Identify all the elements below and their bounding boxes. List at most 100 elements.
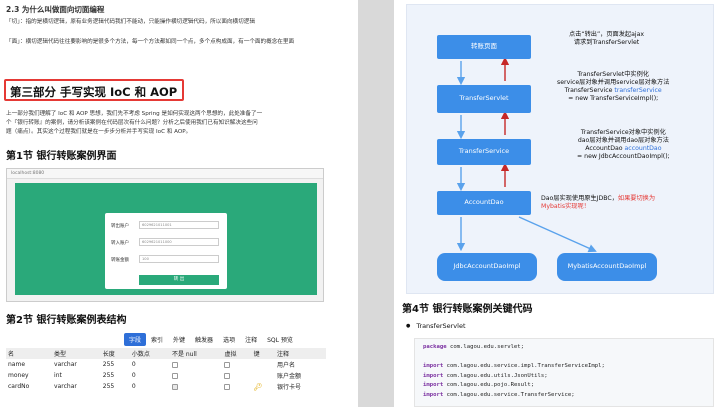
- col-notnull: 不是 null: [171, 351, 197, 358]
- note-service-line-1: TransferService对象中实例化: [580, 129, 666, 136]
- note-dao-text: Dao层实现使用原生JDBC，: [541, 195, 618, 202]
- note-service: TransferService对象中实例化 dao层对象并调用dao层对象方法 …: [577, 129, 670, 161]
- cell-comment: 用户名: [277, 362, 296, 369]
- right-document-page: 转账页面 TransferServlet TransferService Acc…: [394, 0, 720, 407]
- intro-line-2: 个『银行转账』的案例，请分析该案例在代码层次有什么问题？分析之后使用我们已有知识…: [6, 120, 258, 126]
- note-dao-line-1: Dao层实现使用原生JDBC，如果要切换为: [541, 195, 655, 203]
- col-name: 名: [8, 351, 15, 358]
- cell-type: varchar: [54, 383, 77, 390]
- green-background: 转出账户 6029621011001 转入账户 6029621011000 转账…: [15, 183, 317, 295]
- table-row[interactable]: money int 255 0 账户金额: [6, 370, 326, 381]
- cell-decimal: 0: [131, 372, 136, 379]
- node-transfer-page: 转账页面: [437, 35, 531, 59]
- notnull-checkbox[interactable]: [170, 370, 222, 381]
- cell-type: varchar: [54, 361, 77, 368]
- code-text: com.lagou.edu.servlet;: [446, 344, 525, 350]
- cell-decimal: 0: [131, 383, 136, 390]
- intro-line-3: 题（痛点）。其实这个过程我们就是在一步步分析并手写实现 IoC 和 AOP。: [6, 129, 192, 135]
- tab-triggers[interactable]: 触发器: [190, 333, 218, 346]
- checkbox-checked-icon: [171, 383, 178, 390]
- note-servlet-line-1: TransferServlet中实例化: [577, 71, 649, 78]
- note-dao-line-2: Mybatis实现呢！: [541, 203, 590, 210]
- tab-comments[interactable]: 注释: [240, 333, 262, 346]
- node-jdbc-impl: JdbcAccountDaoImpl: [437, 253, 537, 281]
- code-keyword: import: [423, 372, 444, 379]
- cell-type: int: [54, 372, 62, 379]
- key-icon: 🔑︎: [253, 382, 263, 391]
- cell-length: 255: [102, 383, 115, 390]
- cell-key: 🔑︎: [252, 381, 275, 392]
- from-input[interactable]: 6029621011001: [139, 221, 219, 229]
- checkbox-icon: [171, 361, 178, 368]
- code-line: import com.lagou.edu.service.impl.Transf…: [423, 363, 705, 373]
- tab-indexes[interactable]: 索引: [146, 333, 168, 346]
- col-virtual: 虚拟: [224, 351, 237, 358]
- amount-input[interactable]: 100: [139, 255, 219, 263]
- tab-sql-preview[interactable]: SQL 预览: [262, 333, 298, 346]
- cell-comment: 账户金额: [277, 373, 302, 380]
- note-servlet-line-4: = new TransferServiceImpl();: [568, 95, 659, 102]
- part3-title: 第三部分 手写实现 IoC 和 AOP: [10, 85, 178, 99]
- cell-comment: 银行卡号: [277, 384, 302, 391]
- cell-length: 255: [102, 372, 115, 379]
- para-qie: 「切」：指的是横切逻辑，原有业务逻辑代码我们不能动，只能操作横切逻辑代码，所以面…: [6, 19, 255, 25]
- col-comment: 注释: [277, 351, 290, 358]
- note-service-line-2: dao层对象并调用dao层对象方法: [577, 137, 669, 144]
- cell-key: [252, 359, 275, 370]
- checkbox-icon: [224, 372, 231, 379]
- code-line: package com.lagou.edu.servlet;: [423, 344, 705, 354]
- virtual-checkbox[interactable]: [222, 370, 251, 381]
- tab-options[interactable]: 选项: [218, 333, 240, 346]
- code-text: com.lagou.edu.pojo.Result;: [443, 382, 535, 388]
- from-label: 转出账户: [111, 224, 129, 229]
- tab-fields[interactable]: 字段: [124, 333, 147, 346]
- code-keyword: import: [423, 391, 444, 398]
- cell-length: 255: [102, 361, 115, 368]
- note-page-line-1: 点击“转出”，页面发起ajax: [569, 31, 645, 38]
- note-dao: Dao层实现使用原生JDBC，如果要切换为 Mybatis实现呢！: [541, 195, 655, 211]
- code-line: import com.lagou.edu.pojo.Result;: [423, 382, 705, 392]
- note-page: 点击“转出”，页面发起ajax 请求到TransferServlet: [569, 31, 644, 47]
- cell-name: cardNo: [8, 383, 30, 390]
- notnull-checkbox[interactable]: [170, 381, 222, 392]
- arrow-to-mybatis: [518, 216, 597, 253]
- transfer-button[interactable]: 转 出: [139, 275, 219, 285]
- node-transfer-service: TransferService: [437, 139, 531, 165]
- sec1-title: 第1节 银行转账案例界面: [6, 151, 117, 162]
- virtual-checkbox[interactable]: [222, 381, 251, 392]
- note-servlet-line-2: service层对象并调用service层对象方法: [557, 79, 670, 86]
- to-label: 转入账户: [111, 241, 129, 246]
- bank-ui-screenshot: localhost:8080 转出账户 6029621011001 转入账户 6…: [6, 168, 324, 302]
- code-keyword: package: [423, 344, 447, 350]
- code-keyword: import: [423, 382, 444, 388]
- cell-key: [252, 370, 275, 381]
- note-type: AccountDao: [585, 145, 625, 152]
- sec4-title: 第4节 银行转账案例关键代码: [402, 304, 533, 315]
- code-line: import com.lagou.edu.utils.JsonUtils;: [423, 373, 705, 383]
- para-mian: 「面」：横切逻辑代码往往要影响的是很多个方法，每一个方法都如同一个点，多个点构成…: [6, 39, 295, 45]
- left-document-page: 2.3 为什么叫做面向切面编程 「切」：指的是横切逻辑，原有业务逻辑代码我们不能…: [0, 0, 358, 407]
- part3-highlight-box: 第三部分 手写实现 IoC 和 AOP: [4, 79, 184, 101]
- checkbox-icon: [224, 383, 231, 390]
- checkbox-icon: [171, 372, 178, 379]
- to-input[interactable]: 6029621011000: [139, 238, 219, 246]
- sec2-title: 第2节 银行转账案例表结构: [6, 315, 127, 326]
- code-text: com.lagou.edu.service.impl.TransferServi…: [443, 363, 605, 369]
- virtual-checkbox[interactable]: [222, 359, 251, 370]
- heading-2-3: 2.3 为什么叫做面向切面编程: [6, 5, 105, 14]
- bullet-transfer-servlet: TransferServlet: [406, 322, 465, 330]
- table-row[interactable]: cardNo varchar 255 0 🔑︎ 银行卡号: [6, 381, 326, 392]
- note-servlet-line-3: TransferService transferService: [557, 87, 669, 95]
- cell-name: name: [8, 361, 26, 368]
- note-var: transferService: [614, 87, 662, 94]
- tab-foreign-keys[interactable]: 外键: [168, 333, 190, 346]
- call-flow-diagram: 转账页面 TransferServlet TransferService Acc…: [406, 4, 714, 294]
- notnull-checkbox[interactable]: [170, 359, 222, 370]
- note-servlet: TransferServlet中实例化 service层对象并调用service…: [557, 71, 669, 103]
- table-row[interactable]: name varchar 255 0 用户名: [6, 359, 326, 370]
- code-keyword: import: [423, 363, 444, 369]
- note-var: accountDao: [624, 145, 662, 152]
- table-header-row: 名 类型 长度 小数点 不是 null 虚拟 键 注释: [6, 348, 326, 359]
- col-type: 类型: [54, 351, 67, 358]
- node-mybatis-impl: MybatisAccountDaoImpl: [557, 253, 657, 281]
